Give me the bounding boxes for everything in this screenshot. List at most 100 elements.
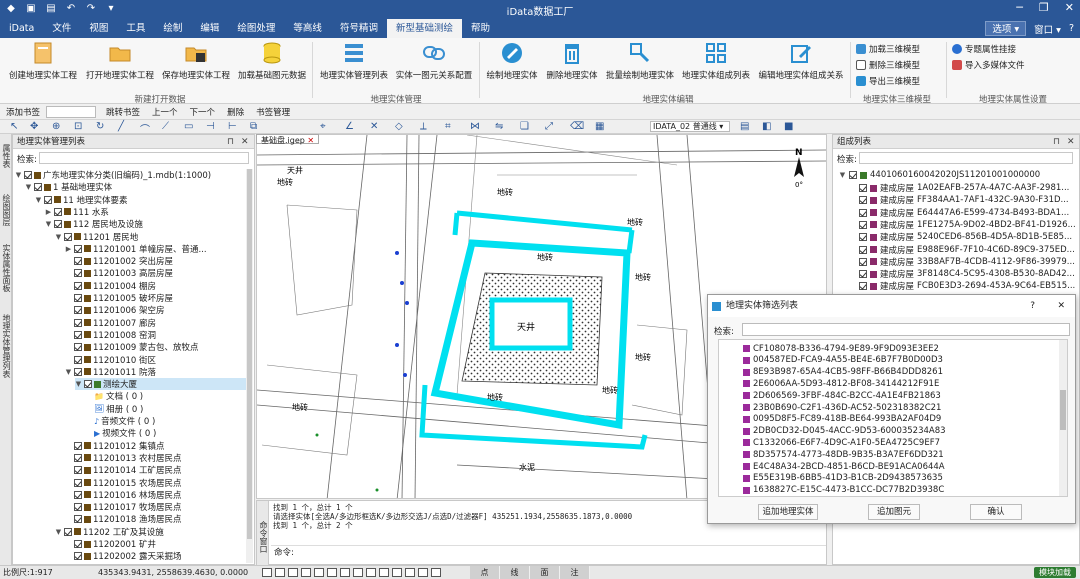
- tree-node[interactable]: ▼ 112 居民地及设施: [45, 218, 143, 230]
- topic-attr-button[interactable]: 专题属性挂接: [952, 42, 1016, 56]
- composition-row[interactable]: 建成房屋 33B8AF7B-4CDB-4112-9F86-39979...: [859, 256, 1075, 268]
- cross-tool-icon[interactable]: ✕: [370, 121, 378, 132]
- tree-checkbox[interactable]: [74, 552, 82, 561]
- tab-close-icon[interactable]: ✕: [307, 136, 314, 145]
- pin-icon[interactable]: ⊓: [227, 137, 234, 147]
- snap-toggle-icon[interactable]: [366, 568, 376, 577]
- tree-scroll-thumb[interactable]: [247, 169, 252, 539]
- expand-toggle-icon[interactable]: ▶: [65, 245, 72, 253]
- dialog-list-item[interactable]: 2DB0CD32-D045-4ACC-9D53-600035234A83: [743, 426, 946, 437]
- select-tool-icon[interactable]: ↖: [10, 121, 18, 132]
- tree-node[interactable]: ▶ 视频文件 ( 0 ): [85, 427, 156, 440]
- dialog-close-button[interactable]: ✕: [1057, 295, 1065, 317]
- delete-entity-button[interactable]: 删除地理实体: [544, 40, 600, 84]
- tree-checkbox[interactable]: [54, 207, 62, 216]
- hatch-toggle-icon[interactable]: [379, 568, 389, 577]
- row-checkbox[interactable]: [859, 196, 867, 205]
- snap-point[interactable]: 点: [470, 566, 500, 579]
- trim-tool-icon[interactable]: ⊢: [228, 121, 237, 132]
- tree-node[interactable]: ▼ 11201 居民地: [55, 231, 138, 243]
- dialog-list-item[interactable]: C1332066-E6F7-4D9C-A1F0-5EA4725C9EF7: [743, 437, 940, 448]
- layer-tool-icon[interactable]: ◧: [762, 121, 771, 132]
- measure-tool-icon[interactable]: ⌗: [445, 121, 451, 132]
- save-project-button[interactable]: 保存地理实体工程: [160, 40, 232, 84]
- dialog-list-item[interactable]: E4C48A34-2BCD-4851-B6CD-BE91ACA0644A: [743, 461, 945, 472]
- bookmark-combo[interactable]: [46, 105, 97, 118]
- pin-icon[interactable]: ⊓: [1053, 137, 1060, 147]
- close-icon[interactable]: ✕: [1067, 137, 1075, 147]
- load-3d-button[interactable]: 加载三维模型: [856, 42, 920, 56]
- tree-checkbox[interactable]: [64, 527, 72, 536]
- tree-checkbox[interactable]: [74, 503, 82, 512]
- close-icon[interactable]: ✕: [1065, 1, 1074, 14]
- snap-tool-icon[interactable]: ⌖: [320, 121, 326, 132]
- tree-node[interactable]: 11201004 棚房: [65, 280, 156, 292]
- open-project-button[interactable]: 打开地理实体工程: [84, 40, 156, 84]
- tree-checkbox[interactable]: [24, 171, 32, 179]
- tree-checkbox[interactable]: [74, 257, 82, 266]
- dialog-list-item[interactable]: 8E93B987-65A4-4CB5-98FF-B66B4DDD8261: [743, 367, 943, 378]
- load-base-data-button[interactable]: 加载基础图元数据: [236, 40, 308, 84]
- rect-tool-icon[interactable]: ▭: [184, 121, 193, 132]
- confirm-button[interactable]: 确认: [970, 504, 1022, 520]
- otrack-toggle-icon[interactable]: [314, 568, 324, 577]
- layer-toggle-icon[interactable]: [392, 568, 402, 577]
- tree-checkbox[interactable]: [74, 355, 82, 364]
- row-checkbox[interactable]: [859, 245, 867, 254]
- expand-toggle-icon[interactable]: ▼: [45, 220, 52, 228]
- snap-line[interactable]: 线: [500, 566, 530, 579]
- dialog-list-item[interactable]: 23B0B690-C2F1-436D-AC52-502318382C21: [743, 402, 941, 413]
- polyline-tool-icon[interactable]: ⟋: [162, 121, 169, 132]
- tree-node[interactable]: 11201010 街区: [65, 354, 156, 366]
- tree-node[interactable]: 11202002 露天采掘场: [65, 550, 181, 562]
- rotate-tool-icon[interactable]: ↻: [96, 121, 104, 132]
- jump-bookmark-button[interactable]: 跳转书签: [100, 106, 146, 118]
- color-tool-icon[interactable]: ■: [784, 121, 793, 132]
- command-input[interactable]: 命令:: [271, 545, 826, 559]
- menu-item-5[interactable]: 编辑: [191, 19, 228, 38]
- copy-tool-icon[interactable]: ❏: [520, 121, 529, 132]
- tree-checkbox[interactable]: [74, 515, 82, 524]
- expand-toggle-icon[interactable]: ▼: [55, 528, 62, 536]
- dialog-list-item[interactable]: E55E319B-6BB5-41D3-B1CB-2D9438573635: [743, 473, 943, 484]
- composition-row[interactable]: 建成房屋 FF384AA1-7AF1-432C-9A30-F31D...: [859, 194, 1069, 206]
- tree-checkbox[interactable]: [74, 244, 82, 253]
- row-checkbox[interactable]: [859, 220, 867, 229]
- tree-node[interactable]: ▼ 广东地理实体分类(旧编码)_1.mdb(1:1000): [15, 169, 211, 181]
- tree-node[interactable]: 11201014 工矿居民点: [65, 464, 181, 476]
- tree-checkbox[interactable]: [74, 453, 82, 462]
- vtab-entity-manage-list[interactable]: 地理实体管理列表: [1, 314, 11, 378]
- dialog-list-item[interactable]: 004587ED-FCA9-4A55-BE4E-6B7F7B0D00D3: [743, 355, 943, 366]
- window-menu[interactable]: 窗口 ▾: [1034, 22, 1061, 36]
- extend-tool-icon[interactable]: ⊣: [206, 121, 215, 132]
- dyn-toggle-icon[interactable]: [327, 568, 337, 577]
- prev-bookmark-button[interactable]: 上一个: [146, 106, 184, 118]
- entity-manage-list-button[interactable]: 地理实体管理列表: [318, 40, 390, 84]
- row-checkbox[interactable]: [859, 208, 867, 217]
- manage-bookmark-button[interactable]: 书签管理: [250, 106, 296, 118]
- vtab-drawing-layer[interactable]: 绘图图层: [1, 194, 11, 226]
- tree-node[interactable]: ▼ 11201011 院落: [65, 366, 156, 378]
- composition-row[interactable]: 建成房屋 E64447A6-E599-4734-B493-BDA1...: [859, 207, 1069, 219]
- tree-node[interactable]: ▶ 11201001 单幢房屋、普通...: [65, 243, 207, 255]
- menu-item-10[interactable]: 帮助: [462, 19, 499, 38]
- minimize-icon[interactable]: ─: [1016, 1, 1023, 14]
- menu-item-8[interactable]: 符号精调: [331, 19, 387, 38]
- tree-node[interactable]: 11201003 高层房屋: [65, 267, 173, 279]
- entity-relation-config-button[interactable]: 实体一图元关系配置: [394, 40, 474, 84]
- tree-checkbox[interactable]: [64, 232, 72, 241]
- tree-node[interactable]: 11201016 林场居民点: [65, 489, 181, 501]
- layer-combo[interactable]: IDATA_02 普通线 ▾: [650, 121, 730, 132]
- tree-checkbox[interactable]: [74, 490, 82, 499]
- move-tool-icon[interactable]: ✥: [30, 121, 38, 132]
- tree-node[interactable]: ▶ 111 水系: [45, 206, 109, 218]
- map-document-tab[interactable]: 基础盘.igep ✕: [256, 134, 320, 145]
- import-media-button[interactable]: 导入多媒体文件: [952, 58, 1025, 72]
- tree-node[interactable]: ▼ 1 基础地理实体: [25, 181, 112, 193]
- lwt-toggle-icon[interactable]: [340, 568, 350, 577]
- dialog-search-input[interactable]: [742, 323, 1070, 336]
- ortho-toggle-icon[interactable]: [275, 568, 285, 577]
- tree-node[interactable]: 🖼 相册 ( 0 ): [85, 403, 143, 415]
- row-checkbox[interactable]: [859, 282, 867, 291]
- delete-3d-button[interactable]: 删除三维模型: [856, 58, 920, 72]
